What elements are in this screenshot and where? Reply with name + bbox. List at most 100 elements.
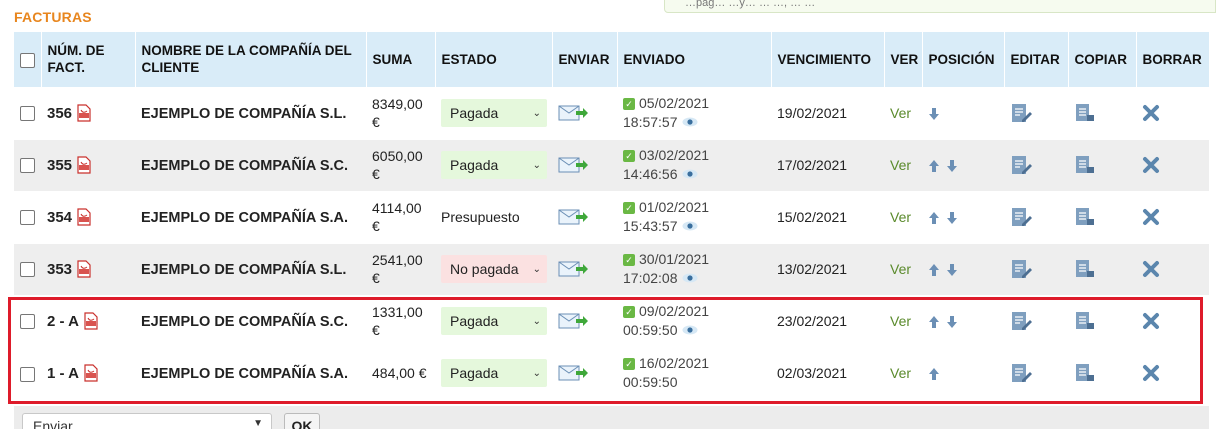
status-select[interactable]: Pagada ⌄ — [441, 99, 547, 127]
arrow-up-icon[interactable] — [928, 211, 940, 225]
arrow-up-icon[interactable] — [928, 367, 940, 381]
check-icon: ✓ — [623, 98, 635, 110]
edit-icon[interactable] — [1010, 258, 1032, 280]
ok-button[interactable]: OK — [284, 413, 320, 429]
header-estado[interactable]: ESTADO — [435, 32, 553, 87]
header-client[interactable]: NOMBRE DE LA COMPAÑÍA DEL CLIENTE — [135, 32, 367, 87]
invoice-amount: 484,00 € — [372, 365, 427, 382]
arrow-up-icon[interactable] — [928, 315, 940, 329]
view-link[interactable]: Ver — [890, 157, 911, 173]
row-checkbox[interactable] — [20, 158, 35, 174]
row-checkbox[interactable] — [20, 210, 35, 226]
delete-icon[interactable] — [1142, 156, 1160, 174]
view-link[interactable]: Ver — [890, 261, 911, 277]
due-cell: 15/02/2021 — [771, 190, 884, 243]
arrow-down-icon[interactable] — [946, 159, 958, 173]
copy-icon[interactable] — [1074, 310, 1096, 332]
header-suma[interactable]: SUMA — [366, 32, 436, 87]
delete-icon[interactable] — [1142, 260, 1160, 278]
delete-icon[interactable] — [1142, 208, 1160, 226]
row-checkbox[interactable] — [20, 314, 35, 330]
chevron-down-icon: ▼ — [253, 418, 263, 429]
eye-icon — [682, 217, 698, 231]
due-cell: 19/02/2021 — [771, 86, 884, 139]
send-cell — [552, 86, 617, 139]
pdf-icon[interactable] — [83, 312, 99, 330]
header-num[interactable]: NÚM. DE FACT. — [41, 32, 136, 87]
edit-icon[interactable] — [1010, 362, 1032, 384]
client-cell: EJEMPLO DE COMPAÑÍA S.C. — [135, 294, 366, 347]
bulk-action-value: Enviar… — [33, 418, 87, 429]
invoice-number-cell: 353 — [41, 242, 135, 295]
copy-icon[interactable] — [1074, 102, 1096, 124]
edit-cell — [1004, 190, 1068, 243]
check-icon: ✓ — [623, 306, 635, 318]
arrow-down-icon[interactable] — [946, 263, 958, 277]
eye-icon — [682, 113, 698, 127]
pdf-icon[interactable] — [76, 156, 92, 174]
delete-icon[interactable] — [1142, 104, 1160, 122]
select-all-checkbox[interactable] — [20, 52, 35, 68]
send-email-icon[interactable] — [558, 312, 588, 330]
status-select[interactable]: Pagada ⌄ — [441, 151, 547, 179]
status-select[interactable]: No pagada ⌄ — [441, 255, 547, 283]
delete-cell — [1136, 138, 1209, 191]
status-select[interactable]: Pagada ⌄ — [441, 359, 547, 388]
eye-icon — [682, 165, 698, 179]
pdf-icon[interactable] — [76, 104, 92, 122]
copy-cell — [1068, 190, 1136, 243]
view-link[interactable]: Ver — [890, 365, 911, 381]
view-link[interactable]: Ver — [890, 313, 911, 329]
bulk-action-select[interactable]: Enviar… ▼ — [22, 413, 272, 429]
send-cell — [552, 346, 617, 399]
due-date: 13/02/2021 — [777, 261, 848, 277]
arrow-down-icon[interactable] — [946, 211, 958, 225]
edit-cell — [1004, 242, 1068, 295]
arrow-up-icon[interactable] — [928, 159, 940, 173]
edit-icon[interactable] — [1010, 206, 1032, 228]
row-select-cell — [14, 346, 41, 399]
copy-icon[interactable] — [1074, 154, 1096, 176]
delete-icon[interactable] — [1142, 312, 1160, 330]
send-email-icon[interactable] — [558, 156, 588, 174]
eye-icon — [682, 321, 698, 335]
send-email-icon[interactable] — [558, 208, 588, 226]
sent-cell: ✓ 03/02/2021 14:46:56 — [617, 138, 771, 191]
check-icon: ✓ — [623, 254, 635, 266]
table-row: 356 EJEMPLO DE COMPAÑÍA S.L. 8349,00 € P… — [14, 86, 1209, 139]
table-header-row: NÚM. DE FACT. NOMBRE DE LA COMPAÑÍA DEL … — [14, 32, 1210, 87]
send-email-icon[interactable] — [558, 364, 588, 382]
header-enviado[interactable]: ENVIADO — [617, 32, 772, 87]
sent-date: 03/02/2021 — [639, 147, 710, 163]
copy-icon[interactable] — [1074, 362, 1096, 384]
sent-date: 30/01/2021 — [639, 251, 710, 267]
row-checkbox[interactable] — [20, 106, 35, 122]
select-all-cell — [14, 32, 42, 87]
status-text: Presupuesto — [441, 209, 520, 225]
delete-icon[interactable] — [1142, 364, 1160, 382]
view-link[interactable]: Ver — [890, 105, 911, 121]
send-email-icon[interactable] — [558, 104, 588, 122]
delete-cell — [1136, 346, 1209, 399]
row-select-cell — [14, 242, 41, 295]
pdf-icon[interactable] — [83, 364, 99, 382]
view-link[interactable]: Ver — [890, 209, 911, 225]
row-checkbox[interactable] — [20, 366, 35, 382]
edit-icon[interactable] — [1010, 102, 1032, 124]
status-select[interactable]: Pagada ⌄ — [441, 307, 547, 335]
copy-icon[interactable] — [1074, 206, 1096, 228]
arrow-down-icon[interactable] — [946, 315, 958, 329]
edit-icon[interactable] — [1010, 154, 1032, 176]
send-email-icon[interactable] — [558, 260, 588, 278]
chevron-down-icon: ⌄ — [532, 263, 541, 275]
header-vencimiento[interactable]: VENCIMIENTO — [771, 32, 885, 87]
sent-cell: ✓ 09/02/2021 00:59:50 — [617, 294, 771, 347]
due-cell: 02/03/2021 — [771, 346, 884, 399]
copy-icon[interactable] — [1074, 258, 1096, 280]
arrow-up-icon[interactable] — [928, 263, 940, 277]
pdf-icon[interactable] — [76, 208, 92, 226]
arrow-down-icon[interactable] — [928, 107, 940, 121]
edit-icon[interactable] — [1010, 310, 1032, 332]
row-checkbox[interactable] — [20, 262, 35, 278]
pdf-icon[interactable] — [76, 260, 92, 278]
